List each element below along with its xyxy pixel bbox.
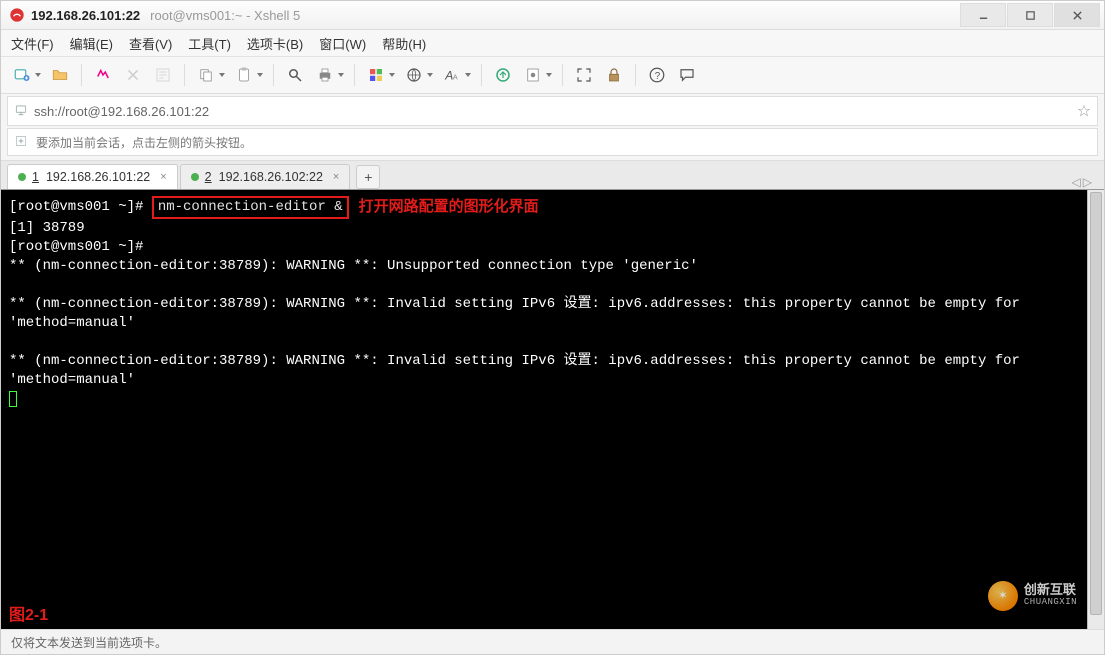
disconnect-button[interactable] xyxy=(120,62,146,88)
script-button[interactable] xyxy=(520,62,546,88)
reconnect-button[interactable] xyxy=(90,62,116,88)
tab-close-icon[interactable]: × xyxy=(160,171,166,183)
session-tab-2[interactable]: 2 192.168.26.102:22 × xyxy=(180,164,351,189)
svg-text:?: ? xyxy=(655,71,661,82)
properties-button[interactable] xyxy=(150,62,176,88)
find-button[interactable] xyxy=(282,62,308,88)
terminal-scrollbar[interactable] xyxy=(1087,190,1104,629)
tab-nav: ◁ ▷ xyxy=(1072,175,1098,189)
bookmark-icon[interactable] xyxy=(1077,104,1091,118)
terminal-area: [root@vms001 ~]# nm-connection-editor & 打… xyxy=(1,189,1104,629)
menubar: 文件(F) 编辑(E) 查看(V) 工具(T) 选项卡(B) 窗口(W) 帮助(… xyxy=(1,30,1104,57)
add-tab-button[interactable]: + xyxy=(356,165,380,189)
feedback-button[interactable] xyxy=(674,62,700,88)
new-session-button[interactable] xyxy=(9,62,35,88)
minimize-button[interactable] xyxy=(960,3,1006,27)
watermark-text-cn: 创新互联 xyxy=(1024,584,1077,598)
xshell-window: 192.168.26.101:22 root@vms001:~ - Xshell… xyxy=(0,0,1105,655)
add-session-icon[interactable] xyxy=(14,134,28,151)
address-text[interactable]: ssh://root@192.168.26.101:22 xyxy=(34,104,1071,119)
title-address: 192.168.26.101:22 xyxy=(31,8,140,23)
svg-text:A: A xyxy=(444,69,453,83)
tab-number: 2 xyxy=(205,170,212,184)
open-button[interactable] xyxy=(47,62,73,88)
encoding-button[interactable] xyxy=(401,62,427,88)
watermark-text-en: CHUANGXIN xyxy=(1024,598,1077,608)
fullscreen-button[interactable] xyxy=(571,62,597,88)
term-line: ** (nm-connection-editor:38789): WARNING… xyxy=(9,352,1069,390)
session-tab-1[interactable]: 1 192.168.26.101:22 × xyxy=(7,164,178,189)
status-dot-icon xyxy=(18,173,26,181)
term-line: ** (nm-connection-editor:38789): WARNING… xyxy=(9,295,1069,333)
toolbar-separator xyxy=(635,64,636,86)
host-icon xyxy=(14,103,28,120)
tab-label: 192.168.26.101:22 xyxy=(46,170,150,184)
watermark: ✶ 创新互联 CHUANGXIN xyxy=(988,581,1077,611)
address-bar: ssh://root@192.168.26.101:22 xyxy=(7,96,1098,126)
menu-file[interactable]: 文件(F) xyxy=(11,34,54,53)
toolbar: AA ? xyxy=(1,57,1104,94)
term-prompt: [root@vms001 ~]# xyxy=(9,199,152,215)
watermark-logo-icon: ✶ xyxy=(988,581,1018,611)
session-tabs: 1 192.168.26.101:22 × 2 192.168.26.102:2… xyxy=(1,160,1104,189)
status-text: 仅将文本发送到当前选项卡。 xyxy=(11,634,167,651)
svg-text:A: A xyxy=(453,73,458,82)
tab-close-icon[interactable]: × xyxy=(333,171,339,183)
tab-prev-icon[interactable]: ◁ xyxy=(1072,175,1081,189)
titlebar: 192.168.26.101:22 root@vms001:~ - Xshell… xyxy=(1,1,1104,30)
status-bar: 仅将文本发送到当前选项卡。 xyxy=(1,629,1104,654)
highlighted-command: nm-connection-editor & xyxy=(152,196,349,219)
menu-view[interactable]: 查看(V) xyxy=(129,34,172,53)
help-button[interactable]: ? xyxy=(644,62,670,88)
menu-tabs[interactable]: 选项卡(B) xyxy=(247,34,303,53)
copy-button[interactable] xyxy=(193,62,219,88)
term-line: ** (nm-connection-editor:38789): WARNING… xyxy=(9,258,698,274)
toolbar-separator xyxy=(273,64,274,86)
menu-window[interactable]: 窗口(W) xyxy=(319,34,366,53)
paste-button[interactable] xyxy=(231,62,257,88)
lock-button[interactable] xyxy=(601,62,627,88)
menu-edit[interactable]: 编辑(E) xyxy=(70,34,113,53)
toolbar-separator xyxy=(81,64,82,86)
tab-next-icon[interactable]: ▷ xyxy=(1083,175,1092,189)
toolbar-separator xyxy=(562,64,563,86)
toolbar-separator xyxy=(481,64,482,86)
maximize-button[interactable] xyxy=(1007,3,1053,27)
term-prompt: [root@vms001 ~]# xyxy=(9,239,152,255)
app-icon xyxy=(9,7,25,23)
menu-help[interactable]: 帮助(H) xyxy=(382,34,426,53)
print-button[interactable] xyxy=(312,62,338,88)
toolbar-separator xyxy=(354,64,355,86)
menu-tools[interactable]: 工具(T) xyxy=(188,34,231,53)
tab-label: 192.168.26.102:22 xyxy=(219,170,323,184)
hint-bar: 要添加当前会话，点击左侧的箭头按钮。 xyxy=(7,128,1098,156)
status-dot-icon xyxy=(191,173,199,181)
scrollbar-thumb[interactable] xyxy=(1090,192,1102,615)
terminal[interactable]: [root@vms001 ~]# nm-connection-editor & 打… xyxy=(1,190,1087,629)
terminal-cursor xyxy=(9,391,17,407)
toolbar-separator xyxy=(184,64,185,86)
figure-label: 图2-1 xyxy=(9,606,48,625)
tab-number: 1 xyxy=(32,170,39,184)
close-button[interactable] xyxy=(1054,3,1100,27)
term-line: [1] 38789 xyxy=(9,220,85,236)
annotation-text: 打开网路配置的图形化界面 xyxy=(359,197,539,216)
transfer-button[interactable] xyxy=(490,62,516,88)
hint-text: 要添加当前会话，点击左侧的箭头按钮。 xyxy=(36,134,252,151)
title-subtitle: root@vms001:~ - Xshell 5 xyxy=(150,8,300,23)
font-button[interactable]: AA xyxy=(439,62,465,88)
color-scheme-button[interactable] xyxy=(363,62,389,88)
